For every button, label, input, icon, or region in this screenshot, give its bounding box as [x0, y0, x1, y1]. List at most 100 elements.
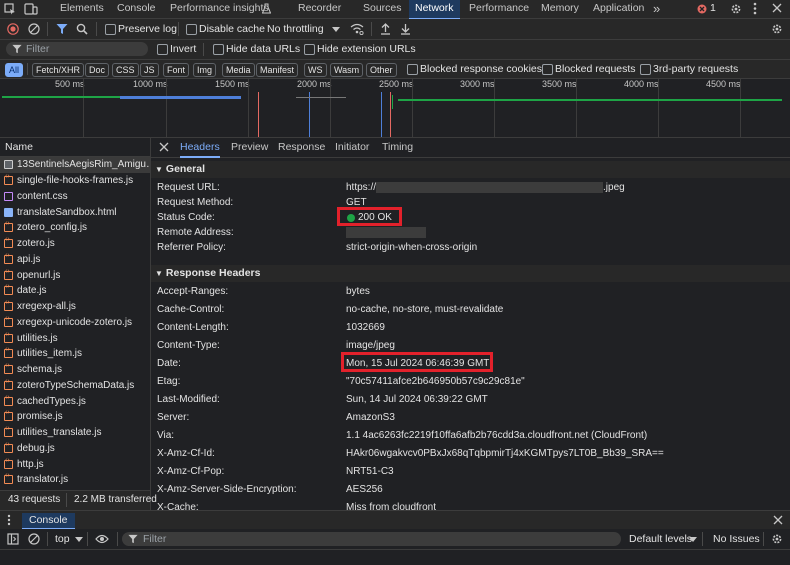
- tab-recorder[interactable]: Recorder: [298, 0, 341, 18]
- tab-elements[interactable]: Elements: [60, 0, 104, 18]
- request-row[interactable]: schema.js: [0, 362, 150, 378]
- grid-line: [576, 79, 577, 137]
- network-conditions-wifi-icon[interactable]: [350, 23, 364, 35]
- response-header-key: Content-Length:: [157, 322, 229, 333]
- tab-network[interactable]: Network: [409, 0, 460, 20]
- tab-sources[interactable]: Sources: [363, 0, 402, 18]
- name-column-header[interactable]: Name: [0, 138, 150, 157]
- request-name: translateSandbox.html: [17, 206, 117, 218]
- request-row[interactable]: api.js: [0, 252, 150, 268]
- chevron-down-icon[interactable]: [332, 27, 340, 32]
- request-row[interactable]: single-file-hooks-frames.js: [0, 173, 150, 189]
- request-row[interactable]: zotero.js: [0, 236, 150, 252]
- request-row[interactable]: utilities.js: [0, 330, 150, 346]
- type-doc-button[interactable]: Doc: [85, 63, 110, 77]
- type-all-button[interactable]: All: [5, 63, 24, 77]
- type-font-button[interactable]: Font: [163, 63, 190, 77]
- preserve-log-checkbox[interactable]: [105, 24, 116, 35]
- live-expression-eye-icon[interactable]: [95, 534, 109, 544]
- context-select[interactable]: top: [55, 533, 70, 545]
- console-output-area[interactable]: [0, 550, 790, 565]
- request-row[interactable]: debug.js: [0, 441, 150, 457]
- tab-headers[interactable]: Headers: [180, 138, 220, 158]
- third-party-requests-checkbox[interactable]: [640, 64, 651, 75]
- tab-performance-insights[interactable]: Performance insights: [170, 0, 269, 18]
- request-row[interactable]: content.css: [0, 189, 150, 205]
- chevron-down-icon[interactable]: [689, 537, 697, 542]
- blocked-response-cookies-checkbox[interactable]: [407, 64, 418, 75]
- request-row[interactable]: zotero_config.js: [0, 220, 150, 236]
- type-js-button[interactable]: JS: [140, 63, 159, 77]
- tab-memory[interactable]: Memory: [541, 0, 579, 18]
- request-row[interactable]: date.js: [0, 283, 150, 299]
- log-levels-select[interactable]: Default levels: [629, 533, 692, 545]
- blocked-requests-checkbox[interactable]: [542, 64, 553, 75]
- tab-response[interactable]: Response: [278, 138, 325, 156]
- disable-cache-label: Disable cache: [199, 23, 265, 35]
- more-options-icon[interactable]: [753, 2, 757, 20]
- import-har-icon[interactable]: [380, 23, 391, 35]
- request-row[interactable]: xregexp-unicode-zotero.js: [0, 315, 150, 331]
- js-file-icon: [4, 441, 13, 453]
- chevron-down-icon[interactable]: [75, 537, 83, 542]
- tab-initiator[interactable]: Initiator: [335, 138, 369, 156]
- request-row[interactable]: utilities_translate.js: [0, 425, 150, 441]
- network-overview-timeline[interactable]: 500 ms 1000 ms 1500 ms 2000 ms 2500 ms 3…: [0, 79, 790, 138]
- console-filter-input[interactable]: Filter: [122, 532, 621, 546]
- close-details-icon[interactable]: [159, 142, 169, 160]
- tab-console[interactable]: Console: [117, 0, 156, 18]
- throttling-select[interactable]: No throttling: [267, 23, 324, 35]
- type-css-button[interactable]: CSS: [112, 63, 139, 77]
- request-row[interactable]: xregexp-all.js: [0, 299, 150, 315]
- record-stop-icon[interactable]: [7, 23, 19, 35]
- invert-checkbox[interactable]: [157, 44, 168, 55]
- tab-timing[interactable]: Timing: [382, 138, 413, 156]
- clear-icon[interactable]: [28, 23, 40, 35]
- request-row[interactable]: cachedTypes.js: [0, 393, 150, 409]
- type-manifest-button[interactable]: Manifest: [256, 63, 299, 77]
- console-settings-gear-icon[interactable]: [771, 533, 783, 545]
- general-section-header[interactable]: ▼ General: [151, 161, 790, 178]
- tab-performance[interactable]: Performance: [469, 0, 529, 18]
- network-settings-gear-icon[interactable]: [771, 23, 783, 35]
- request-row[interactable]: zoteroTypeSchemaData.js: [0, 378, 150, 394]
- type-fetch-xhr-button[interactable]: Fetch/XHR: [32, 63, 85, 77]
- more-tabs-icon[interactable]: »: [653, 0, 660, 18]
- drawer-tab-console[interactable]: Console: [22, 513, 75, 530]
- request-row[interactable]: translateSandbox.html: [0, 204, 150, 220]
- request-row[interactable]: 13SentinelsAegisRim_Amigu…: [0, 157, 150, 173]
- error-count[interactable]: 1: [710, 0, 716, 18]
- hide-data-urls-checkbox[interactable]: [213, 44, 224, 55]
- request-row[interactable]: utilities_item.js: [0, 346, 150, 362]
- css-file-icon: [4, 191, 13, 201]
- request-row[interactable]: openurl.js: [0, 267, 150, 283]
- filter-input[interactable]: Filter: [6, 42, 148, 56]
- sidebar-toggle-icon[interactable]: [7, 533, 19, 545]
- response-header-key: X-Cache:: [157, 502, 199, 510]
- close-drawer-icon[interactable]: [773, 515, 783, 525]
- hide-extension-urls-checkbox[interactable]: [304, 44, 315, 55]
- export-har-icon[interactable]: [400, 23, 411, 35]
- search-icon[interactable]: [76, 23, 88, 35]
- tab-preview[interactable]: Preview: [231, 138, 268, 156]
- disable-cache-checkbox[interactable]: [186, 24, 197, 35]
- issues-count[interactable]: No Issues: [713, 533, 760, 545]
- request-row[interactable]: translator.js: [0, 472, 150, 488]
- clear-console-icon[interactable]: [28, 533, 40, 545]
- type-ws-button[interactable]: WS: [304, 63, 327, 77]
- type-img-button[interactable]: Img: [193, 63, 217, 77]
- divider: [47, 532, 48, 546]
- response-header-key: Cache-Control:: [157, 304, 225, 315]
- filter-funnel-icon[interactable]: [56, 23, 68, 35]
- request-row[interactable]: http.js: [0, 456, 150, 472]
- request-row[interactable]: promise.js: [0, 409, 150, 425]
- type-other-button[interactable]: Other: [366, 63, 397, 77]
- tab-application[interactable]: Application: [593, 0, 644, 18]
- request-name: zotero_config.js: [17, 222, 88, 234]
- type-wasm-button[interactable]: Wasm: [330, 63, 364, 77]
- response-headers-section-header[interactable]: ▼ Response Headers: [151, 265, 790, 282]
- console-toolbar: top Filter Default levels No Issues: [0, 529, 790, 550]
- timeline-tick: 1000 ms: [133, 79, 168, 89]
- type-media-button[interactable]: Media: [222, 63, 255, 77]
- drawer-menu-icon[interactable]: [7, 514, 11, 526]
